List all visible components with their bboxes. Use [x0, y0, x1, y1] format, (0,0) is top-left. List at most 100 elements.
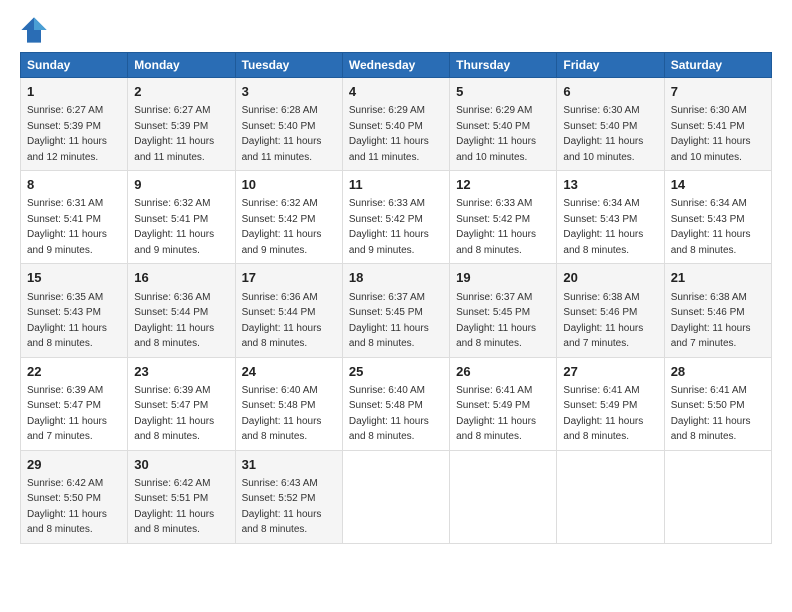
calendar-cell: 20Sunrise: 6:38 AM Sunset: 5:46 PM Dayli… — [557, 264, 664, 357]
calendar-cell: 21 Sunrise: 6:38 AM Sunset: 5:46 PM Dayli… — [664, 264, 771, 357]
calendar-cell: 28Sunrise: 6:41 AM Sunset: 5:50 PM Dayli… — [664, 357, 771, 450]
day-info: Sunrise: 6:34 AM Sunset: 5:43 PM Dayligh… — [671, 198, 751, 256]
day-number: 6 — [563, 83, 657, 101]
day-info: Sunrise: 6:29 AM Sunset: 5:40 PM Dayligh… — [349, 105, 429, 163]
calendar-cell: 23 Sunrise: 6:39 AM Sunset: 5:47 PM Dayli… — [128, 357, 235, 450]
day-number: 16 — [134, 269, 228, 287]
day-info: Sunrise: 6:30 AM Sunset: 5:41 PM Dayligh… — [671, 105, 751, 163]
day-header-friday: Friday — [557, 53, 664, 78]
calendar-cell: 12Sunrise: 6:33 AM Sunset: 5:42 PM Dayli… — [450, 171, 557, 264]
day-number: 3 — [242, 83, 336, 101]
day-header-saturday: Saturday — [664, 53, 771, 78]
week-row-5: 29 Sunrise: 6:42 AM Sunset: 5:50 PM Dayli… — [21, 450, 772, 543]
day-info: Sunrise: 6:39 AM Sunset: 5:47 PM Dayligh… — [27, 385, 107, 443]
day-number: 1 — [27, 83, 121, 101]
day-info: Sunrise: 6:30 AM Sunset: 5:40 PM Dayligh… — [563, 105, 643, 163]
day-number: 10 — [242, 176, 336, 194]
day-header-tuesday: Tuesday — [235, 53, 342, 78]
calendar-cell: 17Sunrise: 6:36 AM Sunset: 5:44 PM Dayli… — [235, 264, 342, 357]
day-number: 8 — [27, 176, 121, 194]
day-info: Sunrise: 6:31 AM Sunset: 5:41 PM Dayligh… — [27, 198, 107, 256]
calendar-cell: 27 Sunrise: 6:41 AM Sunset: 5:49 PM Dayli… — [557, 357, 664, 450]
logo-icon — [20, 16, 48, 44]
calendar-cell — [342, 450, 449, 543]
day-info: Sunrise: 6:42 AM Sunset: 5:51 PM Dayligh… — [134, 478, 214, 536]
day-number: 31 — [242, 456, 336, 474]
day-info: Sunrise: 6:39 AM Sunset: 5:47 PM Dayligh… — [134, 385, 214, 443]
day-number: 5 — [456, 83, 550, 101]
calendar-cell: 24 Sunrise: 6:40 AM Sunset: 5:48 PM Dayli… — [235, 357, 342, 450]
calendar-cell: 25 Sunrise: 6:40 AM Sunset: 5:48 PM Dayli… — [342, 357, 449, 450]
header — [20, 16, 772, 44]
day-number: 21 — [671, 269, 765, 287]
day-info: Sunrise: 6:41 AM Sunset: 5:49 PM Dayligh… — [563, 385, 643, 443]
calendar-cell: 1 Sunrise: 6:27 AM Sunset: 5:39 PM Daylig… — [21, 78, 128, 171]
week-row-2: 8 Sunrise: 6:31 AM Sunset: 5:41 PM Daylig… — [21, 171, 772, 264]
day-number: 19 — [456, 269, 550, 287]
day-number: 13 — [563, 176, 657, 194]
day-number: 25 — [349, 363, 443, 381]
day-number: 11 — [349, 176, 443, 194]
day-number: 17 — [242, 269, 336, 287]
week-row-3: 15 Sunrise: 6:35 AM Sunset: 5:43 PM Dayli… — [21, 264, 772, 357]
day-number: 28 — [671, 363, 765, 381]
day-info: Sunrise: 6:37 AM Sunset: 5:45 PM Dayligh… — [456, 292, 536, 350]
day-number: 22 — [27, 363, 121, 381]
day-number: 24 — [242, 363, 336, 381]
day-number: 23 — [134, 363, 228, 381]
week-row-4: 22 Sunrise: 6:39 AM Sunset: 5:47 PM Dayli… — [21, 357, 772, 450]
day-info: Sunrise: 6:41 AM Sunset: 5:49 PM Dayligh… — [456, 385, 536, 443]
day-info: Sunrise: 6:33 AM Sunset: 5:42 PM Dayligh… — [349, 198, 429, 256]
day-number: 7 — [671, 83, 765, 101]
calendar-cell: 10 Sunrise: 6:32 AM Sunset: 5:42 PM Dayli… — [235, 171, 342, 264]
calendar-cell: 4 Sunrise: 6:29 AM Sunset: 5:40 PM Daylig… — [342, 78, 449, 171]
day-number: 18 — [349, 269, 443, 287]
calendar-cell: 2 Sunrise: 6:27 AM Sunset: 5:39 PM Daylig… — [128, 78, 235, 171]
calendar-cell: 15 Sunrise: 6:35 AM Sunset: 5:43 PM Dayli… — [21, 264, 128, 357]
calendar-body: 1 Sunrise: 6:27 AM Sunset: 5:39 PM Daylig… — [21, 78, 772, 544]
calendar-cell: 29 Sunrise: 6:42 AM Sunset: 5:50 PM Dayli… — [21, 450, 128, 543]
day-number: 12 — [456, 176, 550, 194]
day-info: Sunrise: 6:37 AM Sunset: 5:45 PM Dayligh… — [349, 292, 429, 350]
day-number: 9 — [134, 176, 228, 194]
calendar-cell: 6 Sunrise: 6:30 AM Sunset: 5:40 PM Daylig… — [557, 78, 664, 171]
calendar-cell: 5 Sunrise: 6:29 AM Sunset: 5:40 PM Daylig… — [450, 78, 557, 171]
calendar-cell — [450, 450, 557, 543]
calendar-cell: 26 Sunrise: 6:41 AM Sunset: 5:49 PM Dayli… — [450, 357, 557, 450]
day-info: Sunrise: 6:40 AM Sunset: 5:48 PM Dayligh… — [242, 385, 322, 443]
day-info: Sunrise: 6:27 AM Sunset: 5:39 PM Dayligh… — [27, 105, 107, 163]
calendar-cell: 11 Sunrise: 6:33 AM Sunset: 5:42 PM Dayli… — [342, 171, 449, 264]
calendar-cell: 16 Sunrise: 6:36 AM Sunset: 5:44 PM Dayli… — [128, 264, 235, 357]
day-number: 14 — [671, 176, 765, 194]
day-number: 30 — [134, 456, 228, 474]
calendar-cell: 3Sunrise: 6:28 AM Sunset: 5:40 PM Daylig… — [235, 78, 342, 171]
day-info: Sunrise: 6:42 AM Sunset: 5:50 PM Dayligh… — [27, 478, 107, 536]
calendar-table: SundayMondayTuesdayWednesdayThursdayFrid… — [20, 52, 772, 544]
week-row-1: 1 Sunrise: 6:27 AM Sunset: 5:39 PM Daylig… — [21, 78, 772, 171]
calendar-cell — [557, 450, 664, 543]
day-number: 2 — [134, 83, 228, 101]
day-info: Sunrise: 6:27 AM Sunset: 5:39 PM Dayligh… — [134, 105, 214, 163]
day-header-wednesday: Wednesday — [342, 53, 449, 78]
day-number: 26 — [456, 363, 550, 381]
logo — [20, 16, 52, 44]
calendar-cell: 8 Sunrise: 6:31 AM Sunset: 5:41 PM Daylig… — [21, 171, 128, 264]
calendar-cell: 22 Sunrise: 6:39 AM Sunset: 5:47 PM Dayli… — [21, 357, 128, 450]
day-number: 4 — [349, 83, 443, 101]
day-number: 29 — [27, 456, 121, 474]
calendar-cell: 31Sunrise: 6:43 AM Sunset: 5:52 PM Dayli… — [235, 450, 342, 543]
day-info: Sunrise: 6:35 AM Sunset: 5:43 PM Dayligh… — [27, 292, 107, 350]
day-info: Sunrise: 6:40 AM Sunset: 5:48 PM Dayligh… — [349, 385, 429, 443]
day-number: 20 — [563, 269, 657, 287]
day-info: Sunrise: 6:36 AM Sunset: 5:44 PM Dayligh… — [134, 292, 214, 350]
day-info: Sunrise: 6:32 AM Sunset: 5:42 PM Dayligh… — [242, 198, 322, 256]
calendar-cell: 14 Sunrise: 6:34 AM Sunset: 5:43 PM Dayli… — [664, 171, 771, 264]
day-info: Sunrise: 6:29 AM Sunset: 5:40 PM Dayligh… — [456, 105, 536, 163]
day-header-thursday: Thursday — [450, 53, 557, 78]
day-number: 15 — [27, 269, 121, 287]
day-info: Sunrise: 6:38 AM Sunset: 5:46 PM Dayligh… — [671, 292, 751, 350]
calendar-cell: 7 Sunrise: 6:30 AM Sunset: 5:41 PM Daylig… — [664, 78, 771, 171]
day-number: 27 — [563, 363, 657, 381]
calendar-cell: 30 Sunrise: 6:42 AM Sunset: 5:51 PM Dayli… — [128, 450, 235, 543]
calendar-cell: 18 Sunrise: 6:37 AM Sunset: 5:45 PM Dayli… — [342, 264, 449, 357]
